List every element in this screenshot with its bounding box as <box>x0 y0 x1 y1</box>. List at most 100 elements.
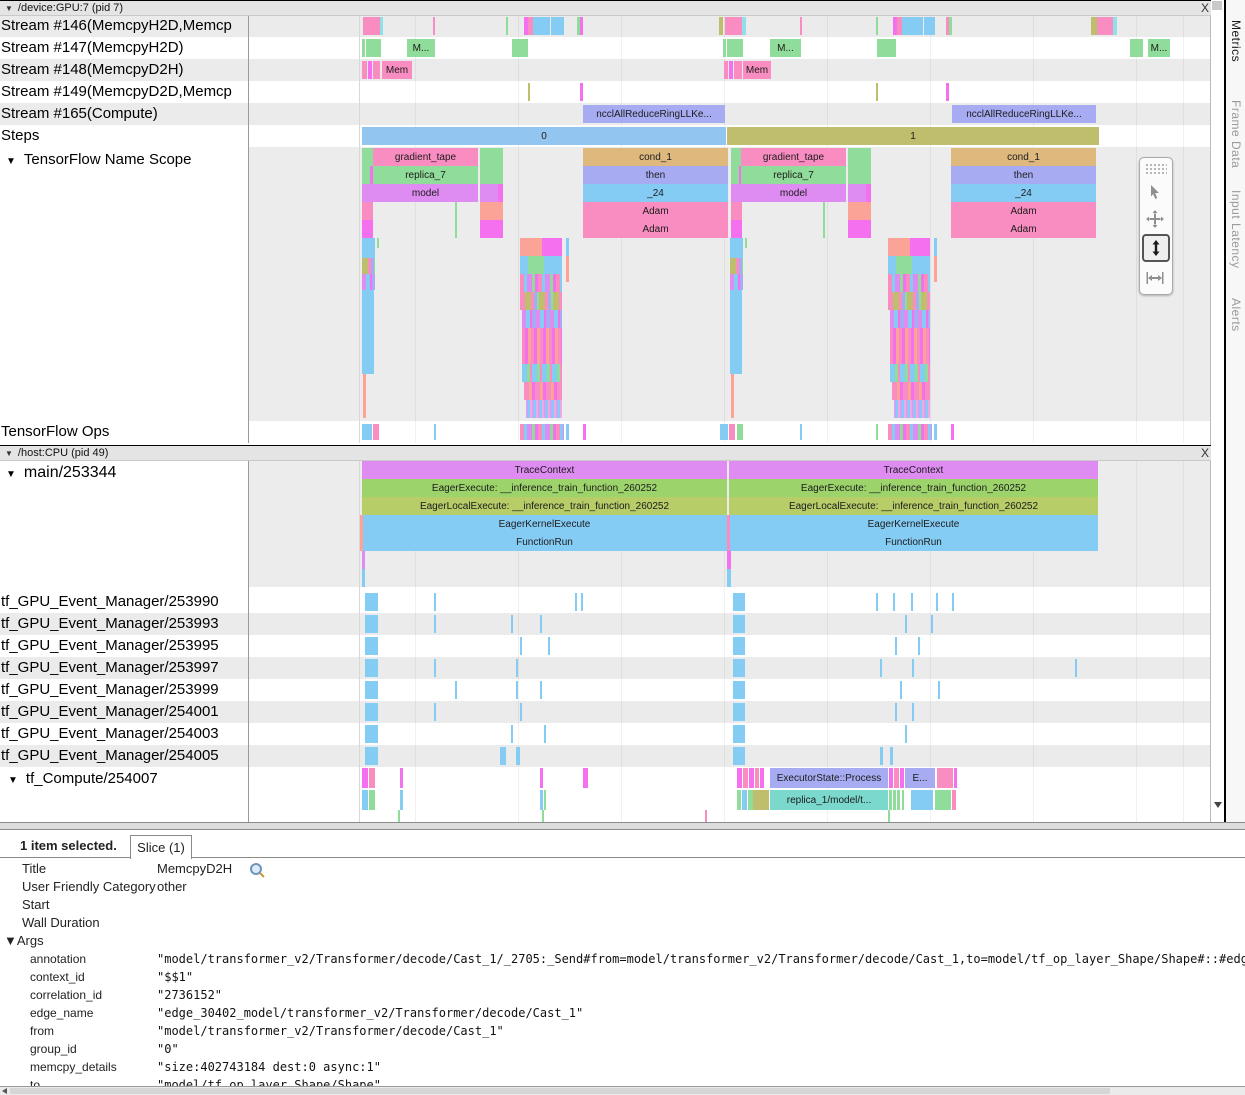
trace-slice[interactable] <box>363 374 366 418</box>
trace-slice[interactable]: EagerExecute: __inference_train_function… <box>362 479 727 497</box>
trace-slice[interactable] <box>733 747 745 765</box>
trace-slice[interactable] <box>480 202 503 220</box>
trace-slice[interactable] <box>902 790 904 810</box>
trace-slice[interactable]: _24 <box>951 184 1096 202</box>
trace-slice[interactable] <box>369 790 375 810</box>
trace-slice[interactable] <box>731 220 742 238</box>
slice-tab[interactable]: Slice (1) <box>130 835 192 859</box>
trace-slice[interactable] <box>889 790 892 810</box>
trace-slice[interactable] <box>583 768 588 788</box>
trace-slice[interactable] <box>893 292 930 310</box>
trace-slice[interactable]: Adam <box>583 220 728 238</box>
trace-slice[interactable] <box>742 17 746 35</box>
trace-slice[interactable] <box>905 615 907 633</box>
trace-slice[interactable] <box>912 659 914 677</box>
trace-slice[interactable] <box>734 61 742 79</box>
trace-slice[interactable] <box>365 703 378 721</box>
trace-slice[interactable] <box>723 39 726 57</box>
trace-slice[interactable] <box>533 17 550 35</box>
trace-slice[interactable] <box>480 220 503 238</box>
trace-slice[interactable] <box>894 400 930 418</box>
trace-slice[interactable] <box>730 274 743 290</box>
sidebar-tab-metrics[interactable]: Metrics <box>1229 20 1243 62</box>
trace-slice[interactable] <box>876 424 878 440</box>
trace-slice[interactable] <box>540 790 543 810</box>
trace-slice[interactable] <box>753 790 769 810</box>
trace-slice[interactable] <box>720 424 728 440</box>
trace-slice[interactable] <box>365 637 378 655</box>
trace-slice[interactable] <box>373 61 380 79</box>
trace-slice[interactable] <box>894 768 899 788</box>
trace-slice[interactable] <box>724 61 728 79</box>
trace-slice[interactable] <box>880 659 882 677</box>
label-panel-divider[interactable] <box>248 15 249 443</box>
magnifier-icon[interactable] <box>250 863 262 875</box>
trace-slice[interactable]: Mem <box>382 61 412 79</box>
trace-slice[interactable] <box>566 238 569 256</box>
trace-slice[interactable] <box>900 681 902 699</box>
trace-slice[interactable] <box>727 39 743 57</box>
trace-slice[interactable] <box>566 256 569 282</box>
trace-slice[interactable] <box>516 681 518 699</box>
trace-slice[interactable] <box>480 166 503 184</box>
trace-slice[interactable] <box>952 593 954 611</box>
trace-slice[interactable] <box>1075 659 1077 677</box>
trace-slice[interactable] <box>575 593 577 611</box>
trace-slice[interactable] <box>730 238 743 258</box>
trace-slice[interactable] <box>729 424 735 440</box>
zoom-tool-button[interactable] <box>1142 234 1170 262</box>
trace-slice[interactable] <box>580 83 583 101</box>
trace-slice[interactable] <box>727 551 731 569</box>
trace-slice[interactable] <box>949 17 952 35</box>
trace-slice[interactable] <box>368 61 372 79</box>
trace-slice[interactable] <box>893 593 895 611</box>
trace-slice[interactable] <box>800 424 802 440</box>
trace-slice[interactable]: 1 <box>727 127 1099 145</box>
trace-slice[interactable] <box>498 184 503 202</box>
trace-slice[interactable]: M... <box>1148 39 1170 57</box>
trace-slice[interactable] <box>705 810 707 822</box>
trace-slice[interactable]: EagerKernelExecute <box>362 515 727 533</box>
trace-slice[interactable] <box>733 637 745 655</box>
trace-slice[interactable] <box>729 61 733 79</box>
trace-slice[interactable] <box>893 790 896 810</box>
trace-slice[interactable] <box>380 17 383 35</box>
trace-slice[interactable] <box>1113 17 1117 35</box>
trace-slice[interactable] <box>363 17 380 35</box>
trace-slice[interactable] <box>528 83 530 101</box>
trace-slice[interactable]: E... <box>905 768 935 788</box>
trace-slice[interactable]: FunctionRun <box>362 533 727 551</box>
trace-slice[interactable] <box>876 83 878 101</box>
trace-slice[interactable] <box>912 703 914 721</box>
trace-slice[interactable] <box>524 382 562 400</box>
trace-slice[interactable] <box>480 148 503 166</box>
trace-slice[interactable] <box>719 17 723 35</box>
trace-slice[interactable] <box>880 747 883 765</box>
trace-slice[interactable] <box>362 790 368 810</box>
trace-slice[interactable]: model <box>741 184 846 202</box>
trace-slice[interactable] <box>848 148 871 166</box>
trace-slice[interactable] <box>362 184 373 202</box>
trace-slice[interactable] <box>743 768 748 788</box>
trace-slice[interactable]: cond_1 <box>583 148 728 166</box>
trace-slice[interactable] <box>362 274 375 290</box>
trace-slice[interactable] <box>888 810 890 822</box>
trace-slice[interactable] <box>362 39 365 57</box>
trace-slice[interactable] <box>848 166 871 184</box>
trace-slice[interactable] <box>888 238 910 256</box>
trace-slice[interactable] <box>934 256 937 282</box>
trace-slice[interactable] <box>366 39 381 57</box>
trace-slice[interactable] <box>528 256 544 274</box>
selection-tool-button[interactable] <box>1140 178 1170 205</box>
trace-slice[interactable] <box>727 569 731 587</box>
trace-slice[interactable]: ExecutorState::Process <box>770 768 888 788</box>
trace-slice[interactable] <box>400 790 403 810</box>
trace-slice[interactable] <box>733 703 745 721</box>
trace-slice[interactable] <box>511 615 513 633</box>
trace-slice[interactable] <box>889 768 893 788</box>
trace-slice[interactable] <box>362 220 373 238</box>
trace-slice[interactable] <box>362 424 372 440</box>
trace-slice[interactable]: then <box>951 166 1096 184</box>
trace-slice[interactable] <box>506 17 508 35</box>
trace-slice[interactable] <box>910 238 930 256</box>
